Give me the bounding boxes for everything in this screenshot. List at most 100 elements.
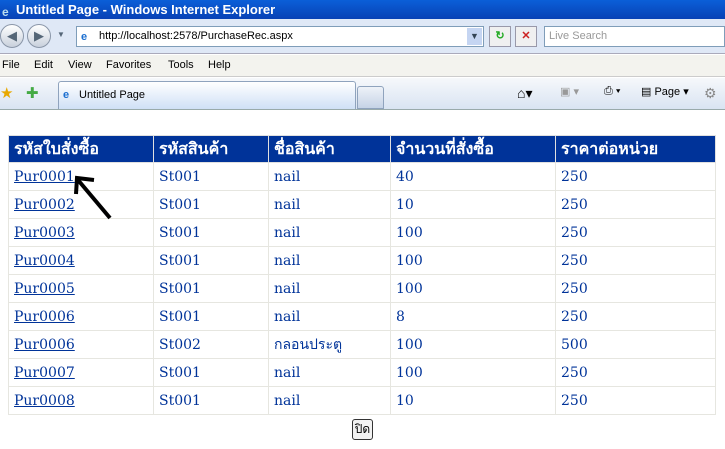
print-icon[interactable]: ⎙ ▾ (604, 85, 620, 98)
history-dropdown-icon[interactable]: ▼ (57, 30, 65, 39)
window-title: Untitled Page - Windows Internet Explore… (16, 2, 276, 17)
url-dropdown-icon[interactable]: ▼ (467, 28, 482, 45)
back-button[interactable]: ◀ (0, 24, 24, 48)
add-favorite-icon[interactable]: ✚ (26, 84, 39, 102)
url-field[interactable]: e http://localhost:2578/PurchaseRec.aspx ▼ (76, 26, 484, 47)
feeds-icon[interactable]: ▣ ▾ (560, 85, 579, 98)
refresh-button[interactable]: ↻ (489, 26, 511, 47)
url-text: http://localhost:2578/PurchaseRec.aspx (99, 30, 293, 42)
cell-quantity: 100 (390, 274, 556, 303)
page-icon: e (63, 89, 70, 101)
annotation-arrow-icon (74, 175, 112, 220)
tab-label: Untitled Page (79, 89, 146, 101)
header-unit-price: ราคาต่อหน่วย (555, 135, 716, 163)
cell-quantity: 100 (390, 358, 556, 387)
order-link[interactable]: Pur0008 (14, 393, 75, 409)
cell-product-id: St001 (153, 246, 269, 275)
order-link[interactable]: Pur0006 (14, 337, 75, 353)
menu-favorites[interactable]: Favorites (106, 59, 151, 71)
cell-order-id: Pur0008 (8, 386, 154, 415)
table-header-row: รหัสใบสั่งซื้อ รหัสสินค้า ชื่อสินค้า จำน… (8, 135, 716, 163)
window-title-bar: e Untitled Page - Windows Internet Explor… (0, 0, 725, 19)
table-row: Pur0008 St001 nail 10 250 (8, 386, 716, 415)
page-icon: e (81, 31, 88, 43)
menu-tools[interactable]: Tools (168, 59, 194, 71)
cell-product-name: กลอนประตู (268, 330, 391, 359)
cell-order-id: Pur0006 (8, 302, 154, 331)
cell-unit-price: 250 (555, 190, 716, 219)
cell-unit-price: 250 (555, 358, 716, 387)
header-quantity: จำนวนที่สั่งซื้อ (390, 135, 556, 163)
menu-help[interactable]: Help (208, 59, 231, 71)
header-product-name: ชื่อสินค้า (268, 135, 391, 163)
cell-order-id: Pur0006 (8, 330, 154, 359)
new-tab-button[interactable] (357, 86, 384, 109)
menu-edit[interactable]: Edit (34, 59, 53, 71)
address-bar: ◀ ▶ ▼ e http://localhost:2578/PurchaseRec… (0, 19, 725, 54)
cell-product-name: nail (268, 274, 391, 303)
cell-quantity: 100 (390, 330, 556, 359)
order-link[interactable]: Pur0005 (14, 281, 75, 297)
order-link[interactable]: Pur0004 (14, 253, 75, 269)
cell-product-name: nail (268, 190, 391, 219)
order-link[interactable]: Pur0002 (14, 197, 75, 213)
cell-product-name: nail (268, 302, 391, 331)
cell-product-id: St001 (153, 218, 269, 247)
favorites-star-icon[interactable]: ★ (0, 84, 13, 102)
table-row: Pur0006 St002 กลอนประตู 100 500 (8, 330, 716, 359)
search-placeholder: Live Search (549, 30, 608, 42)
table-row: Pur0004 St001 nail 100 250 (8, 246, 716, 275)
page-menu[interactable]: ▤ Page ▾ (641, 85, 689, 98)
close-button[interactable]: ปิด (352, 419, 373, 440)
table-row: Pur0003 St001 nail 100 250 (8, 218, 716, 247)
cell-product-id: St001 (153, 162, 269, 191)
cell-product-id: St001 (153, 302, 269, 331)
cell-unit-price: 250 (555, 218, 716, 247)
cell-unit-price: 250 (555, 162, 716, 191)
cell-unit-price: 250 (555, 246, 716, 275)
cell-unit-price: 250 (555, 302, 716, 331)
tab-untitled-page[interactable]: e Untitled Page (58, 81, 356, 109)
cell-product-id: St001 (153, 386, 269, 415)
header-product-id: รหัสสินค้า (153, 135, 269, 163)
cell-product-name: nail (268, 218, 391, 247)
table-row: Pur0006 St001 nail 8 250 (8, 302, 716, 331)
cell-product-name: nail (268, 162, 391, 191)
table-row: Pur0005 St001 nail 100 250 (8, 274, 716, 303)
menu-view[interactable]: View (68, 59, 92, 71)
cell-product-id: St001 (153, 358, 269, 387)
cell-order-id: Pur0005 (8, 274, 154, 303)
cell-quantity: 40 (390, 162, 556, 191)
table-row: Pur0007 St001 nail 100 250 (8, 358, 716, 387)
forward-button[interactable]: ▶ (27, 24, 51, 48)
cell-order-id: Pur0004 (8, 246, 154, 275)
header-order-id: รหัสใบสั่งซื้อ (8, 135, 154, 163)
cell-product-id: St002 (153, 330, 269, 359)
order-link[interactable]: Pur0003 (14, 225, 75, 241)
tab-bar: ★ ✚ e Untitled Page ⌂▾ ▣ ▾ ⎙ ▾ ▤ Page ▾ ⚙ (0, 78, 725, 110)
order-link[interactable]: Pur0007 (14, 365, 75, 381)
cell-unit-price: 250 (555, 274, 716, 303)
cell-order-id: Pur0007 (8, 358, 154, 387)
page-label: Page (654, 86, 681, 98)
cell-quantity: 100 (390, 246, 556, 275)
cell-product-name: nail (268, 386, 391, 415)
cell-product-name: nail (268, 246, 391, 275)
cell-unit-price: 250 (555, 386, 716, 415)
menu-file[interactable]: File (2, 59, 20, 71)
search-input[interactable]: Live Search (544, 26, 725, 47)
cell-product-id: St001 (153, 190, 269, 219)
order-link[interactable]: Pur0001 (14, 169, 75, 185)
home-icon[interactable]: ⌂▾ (517, 85, 532, 102)
cell-product-name: nail (268, 358, 391, 387)
cell-quantity: 8 (390, 302, 556, 331)
cell-quantity: 10 (390, 190, 556, 219)
tools-gear-icon[interactable]: ⚙ (704, 85, 717, 102)
stop-button[interactable]: ✕ (515, 26, 537, 47)
cell-quantity: 100 (390, 218, 556, 247)
menu-bar: File Edit View Favorites Tools Help (0, 55, 725, 77)
order-link[interactable]: Pur0006 (14, 309, 75, 325)
cell-unit-price: 500 (555, 330, 716, 359)
cell-order-id: Pur0003 (8, 218, 154, 247)
cell-quantity: 10 (390, 386, 556, 415)
